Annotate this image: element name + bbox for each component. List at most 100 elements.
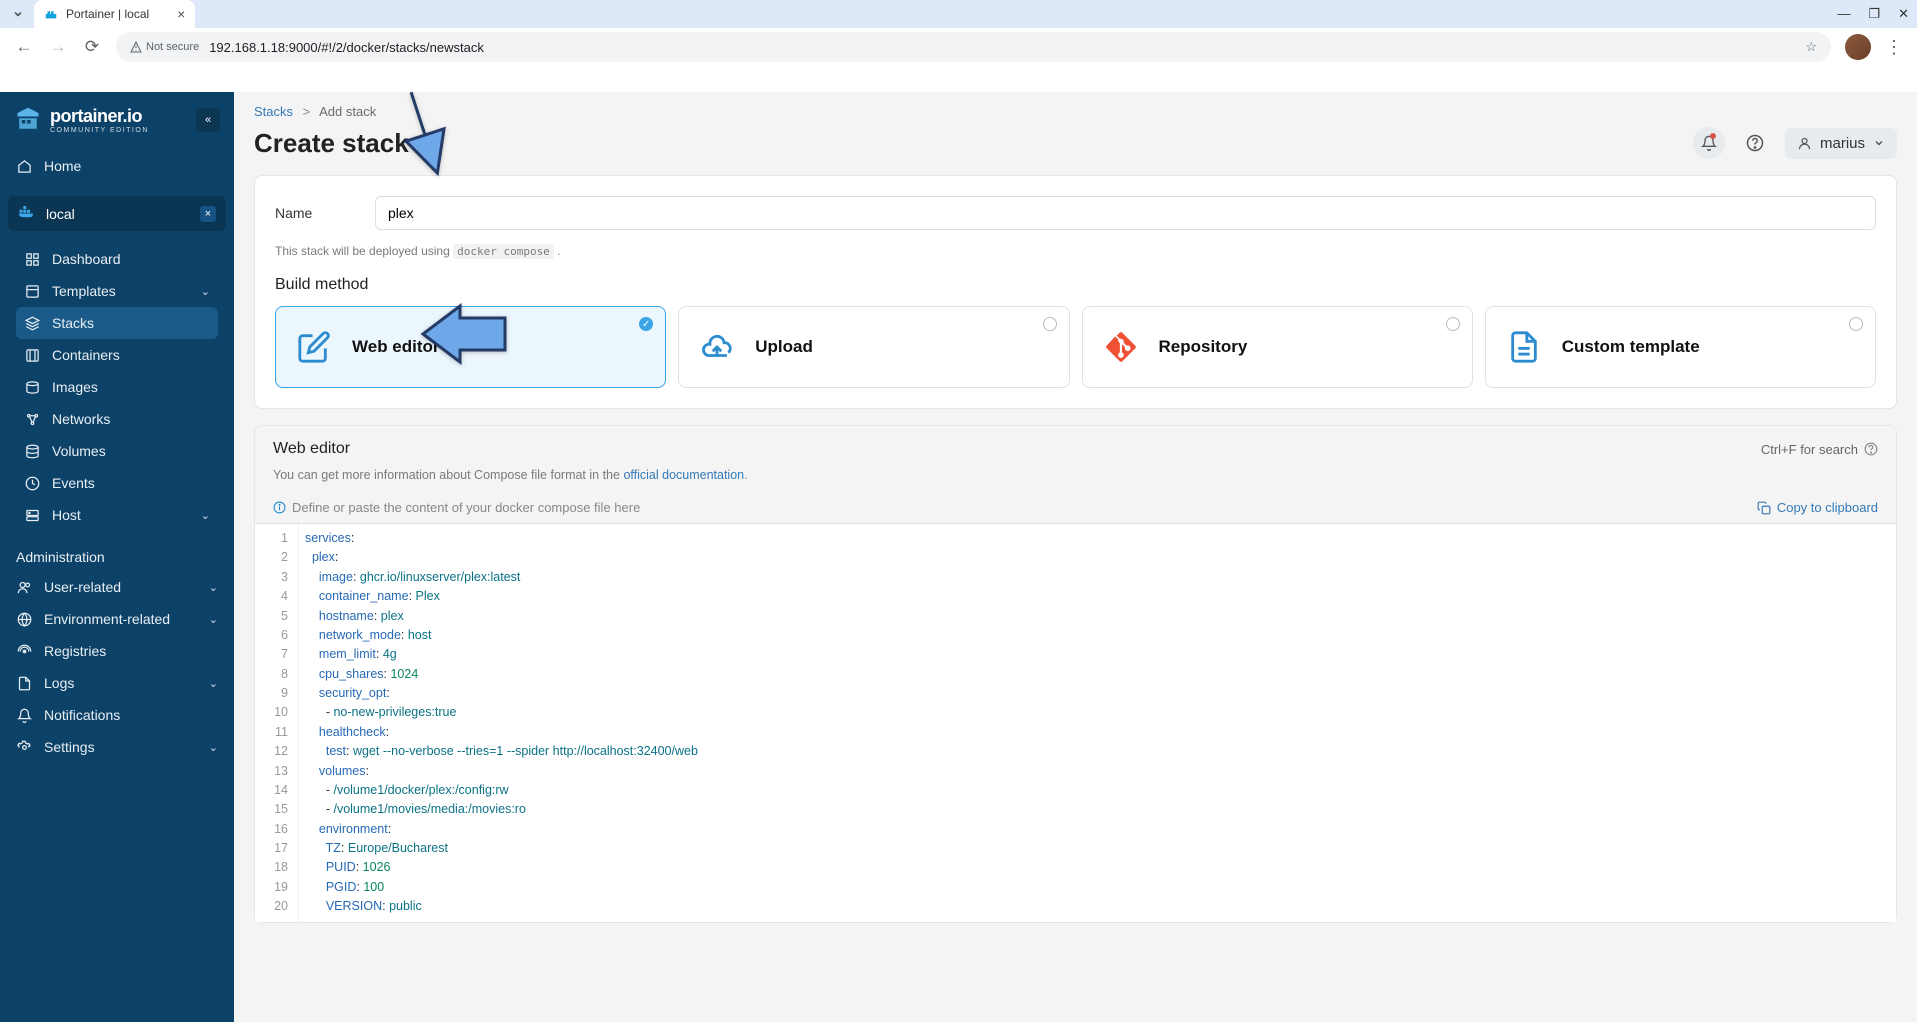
env-collapse-button[interactable]: ×: [200, 206, 216, 222]
user-menu-button[interactable]: marius: [1785, 128, 1897, 159]
sidebar-item-user-related[interactable]: User-related⌄: [0, 571, 234, 603]
radio-selected-icon: [639, 317, 653, 331]
sidebar-item-settings[interactable]: Settings⌄: [0, 731, 234, 763]
chevron-down-icon: [1873, 137, 1885, 149]
home-icon: [16, 158, 32, 174]
sidebar-item-images[interactable]: Images: [8, 371, 226, 403]
editor-tip: Define or paste the content of your dock…: [273, 500, 640, 515]
breadcrumb-current: Add stack: [319, 104, 376, 119]
address-bar[interactable]: Not secure 192.168.1.18:9000/#!/2/docker…: [116, 32, 1831, 62]
brand-edition: COMMUNITY EDITION: [50, 127, 149, 134]
back-button[interactable]: ←: [14, 37, 34, 57]
edit-icon: [294, 327, 334, 367]
sidebar-item-templates[interactable]: Templates⌄: [8, 275, 226, 307]
editor-title: Web editor: [273, 440, 350, 458]
breadcrumb: Stacks > Add stack: [234, 92, 1917, 119]
sidebar-item-stacks[interactable]: Stacks: [16, 307, 218, 339]
radio-icon: [16, 643, 32, 659]
forward-button[interactable]: →: [48, 37, 68, 57]
users-icon: [16, 579, 32, 595]
sidebar-item-logs[interactable]: Logs⌄: [0, 667, 234, 699]
chevron-down-icon: ⌄: [209, 613, 218, 626]
containers-icon: [24, 347, 40, 363]
sidebar-item-host[interactable]: Host⌄: [8, 499, 226, 531]
url-text: 192.168.1.18:9000/#!/2/docker/stacks/new…: [209, 40, 484, 55]
volumes-icon: [24, 443, 40, 459]
tab-list-button[interactable]: [8, 4, 28, 24]
events-icon: [24, 475, 40, 491]
maximize-button[interactable]: ❐: [1868, 6, 1880, 22]
line-gutter: 1234567891011121314151617181920: [255, 524, 299, 922]
globe-icon: [16, 611, 32, 627]
chevron-down-icon: ⌄: [201, 509, 210, 522]
breadcrumb-root[interactable]: Stacks: [254, 104, 293, 119]
portainer-favicon-icon: [44, 7, 58, 21]
bookmark-star-icon[interactable]: ☆: [1805, 39, 1817, 55]
images-icon: [24, 379, 40, 395]
deploy-hint: This stack will be deployed using docker…: [275, 244, 1876, 258]
file-icon: [1504, 327, 1544, 367]
portainer-logo-icon: [14, 106, 42, 134]
bell-icon: [16, 707, 32, 723]
stacks-icon: [24, 315, 40, 331]
main-content: Stacks > Add stack Create stack marius: [234, 92, 1917, 1022]
templates-icon: [24, 283, 40, 299]
stack-name-input[interactable]: [375, 196, 1876, 230]
sidebar-section-admin: Administration: [0, 535, 234, 571]
browser-toolbar: ← → ⟳ Not secure 192.168.1.18:9000/#!/2/…: [0, 28, 1917, 66]
sidebar-item-networks[interactable]: Networks: [8, 403, 226, 435]
tab-title: Portainer | local: [66, 7, 149, 21]
method-upload[interactable]: Upload: [678, 306, 1069, 388]
code-editor[interactable]: 1234567891011121314151617181920 services…: [255, 523, 1896, 922]
browser-tab-bar: Portainer | local × — ❐ ✕: [0, 0, 1917, 28]
sidebar-item-containers[interactable]: Containers: [8, 339, 226, 371]
sidebar-item-home[interactable]: Home: [0, 150, 234, 182]
close-window-button[interactable]: ✕: [1898, 6, 1909, 22]
profile-avatar[interactable]: [1845, 34, 1871, 60]
sidebar-item-environment-related[interactable]: Environment-related⌄: [0, 603, 234, 635]
sidebar-item-registries[interactable]: Registries: [0, 635, 234, 667]
upload-icon: [697, 327, 737, 367]
method-repository[interactable]: Repository: [1082, 306, 1473, 388]
info-icon: [273, 501, 286, 514]
host-icon: [24, 507, 40, 523]
sidebar-item-events[interactable]: Events: [8, 467, 226, 499]
sidebar-item-notifications[interactable]: Notifications: [0, 699, 234, 731]
method-custom-template[interactable]: Custom template: [1485, 306, 1876, 388]
reload-button[interactable]: ⟳: [82, 37, 102, 57]
notification-dot: [1710, 133, 1716, 139]
web-editor-panel: Web editor Ctrl+F for search You can get…: [254, 425, 1897, 923]
radio-icon: [1446, 317, 1460, 331]
networks-icon: [24, 411, 40, 427]
sidebar-collapse-button[interactable]: «: [196, 108, 220, 132]
help-button[interactable]: [1739, 127, 1771, 159]
name-label: Name: [275, 205, 375, 221]
chevron-down-icon: ⌄: [201, 285, 210, 298]
docs-link[interactable]: official documentation: [623, 468, 744, 482]
sidebar: portainer.io COMMUNITY EDITION « Home lo…: [0, 92, 234, 1022]
copy-icon: [1757, 501, 1771, 515]
browser-menu-button[interactable]: ⋮: [1885, 37, 1903, 58]
page-title: Create stack: [254, 128, 409, 159]
minimize-button[interactable]: —: [1837, 6, 1850, 22]
brand-name: portainer.io: [50, 106, 149, 127]
sidebar-item-dashboard[interactable]: Dashboard: [8, 243, 226, 275]
logs-icon: [16, 675, 32, 691]
refresh-icon[interactable]: [419, 132, 437, 155]
tab-close-button[interactable]: ×: [177, 6, 185, 22]
sidebar-item-volumes[interactable]: Volumes: [8, 435, 226, 467]
notification-bell-button[interactable]: [1693, 127, 1725, 159]
radio-icon: [1849, 317, 1863, 331]
chevron-down-icon: ⌄: [209, 581, 218, 594]
copy-to-clipboard-button[interactable]: Copy to clipboard: [1757, 500, 1878, 515]
security-indicator[interactable]: Not secure: [130, 41, 199, 53]
browser-tab[interactable]: Portainer | local ×: [34, 0, 195, 28]
code-content[interactable]: services: plex: image: ghcr.io/linuxserv…: [299, 524, 704, 922]
user-icon: [1797, 136, 1812, 151]
docker-icon: [18, 205, 36, 222]
sidebar-environment[interactable]: local ×: [8, 196, 226, 231]
method-web-editor[interactable]: Web editor: [275, 306, 666, 388]
help-circle-icon[interactable]: [1864, 442, 1878, 456]
dashboard-icon: [24, 251, 40, 267]
radio-icon: [1043, 317, 1057, 331]
